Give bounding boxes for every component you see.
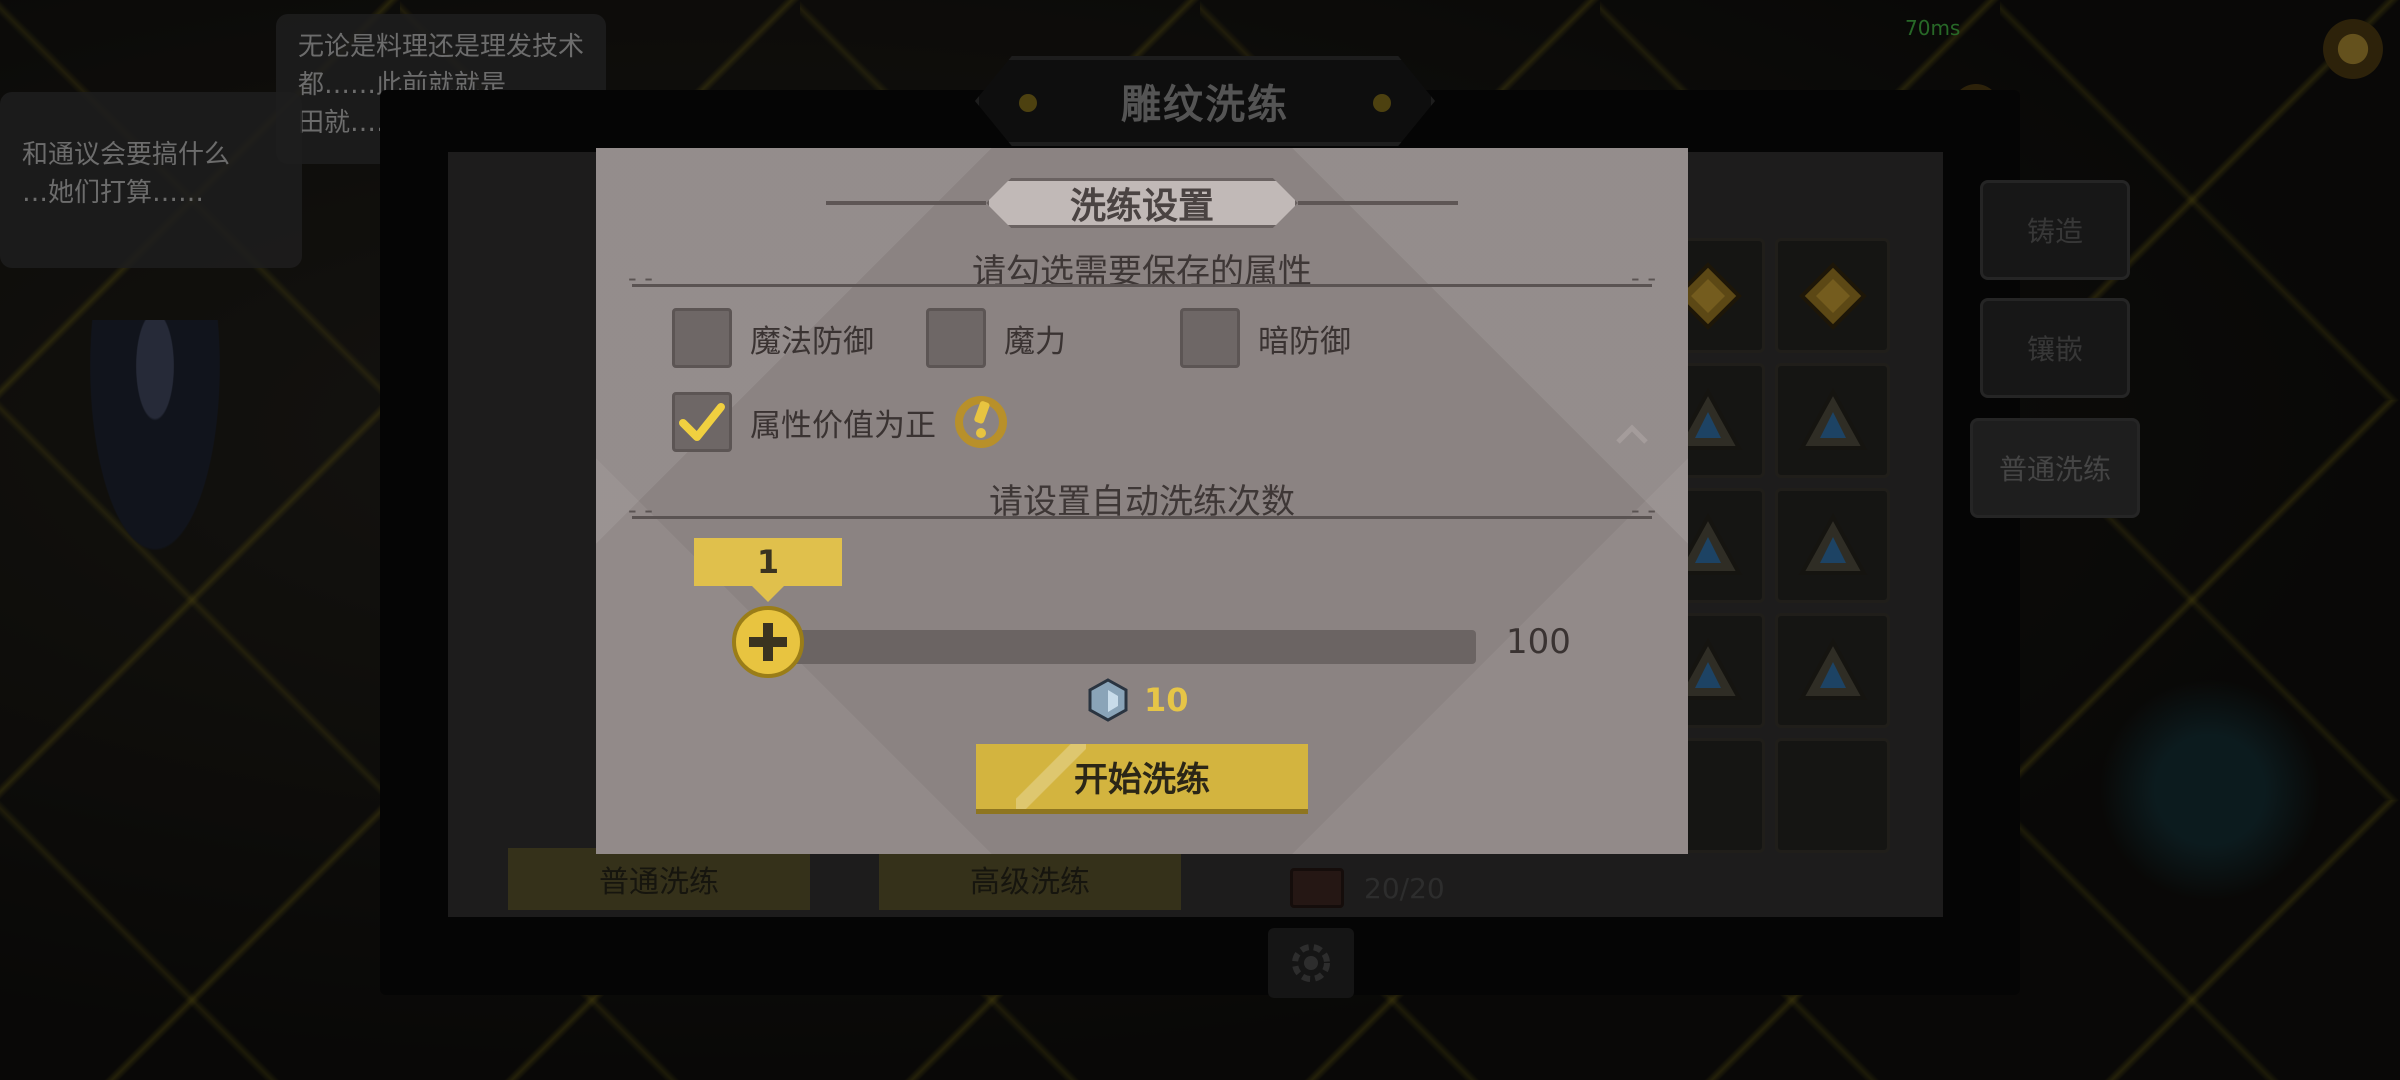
chevron-up-icon — [1616, 424, 1648, 444]
positive-only-option[interactable]: 属性价值为正 — [672, 392, 1008, 452]
refine-cost: 10 — [1086, 678, 1189, 722]
option-label: 属性价值为正 — [750, 407, 936, 444]
checkmark-icon — [679, 403, 725, 441]
plus-icon — [749, 623, 787, 661]
header-line-right — [1298, 201, 1458, 205]
refine-settings-dialog: 洗练设置 请勾选需要保存的属性 魔法防御 魔力 暗防御 属性价值为正 请设置自动… — [596, 148, 1688, 854]
slider-max-label: 100 — [1506, 622, 1571, 662]
option-label: 魔法防御 — [750, 323, 874, 360]
attribute-option-magic-power[interactable]: 魔力 — [926, 308, 1066, 368]
refine-stone-icon — [1088, 678, 1128, 722]
checkbox-magic-power[interactable] — [926, 308, 986, 368]
option-label: 魔力 — [1004, 323, 1066, 360]
info-badge-icon[interactable] — [954, 395, 1008, 449]
slider-track[interactable] — [764, 630, 1476, 664]
slider-thumb[interactable] — [732, 606, 804, 678]
count-slider[interactable]: 1 1 100 — [596, 538, 1688, 678]
header-line-left — [826, 201, 986, 205]
attribute-option-magic-defense[interactable]: 魔法防御 — [672, 308, 874, 368]
slider-value-tooltip: 1 — [694, 538, 842, 602]
checkbox-positive-only[interactable] — [672, 392, 732, 452]
attribute-option-dark-defense[interactable]: 暗防御 — [1180, 308, 1351, 368]
start-refine-label: 开始洗练 — [1074, 760, 1210, 800]
start-refine-button[interactable]: 开始洗练 — [976, 744, 1308, 814]
section-divider — [628, 264, 1656, 292]
section-divider — [628, 496, 1656, 524]
option-label: 暗防御 — [1258, 323, 1351, 360]
cost-amount: 10 — [1144, 681, 1189, 719]
dialog-title: 洗练设置 — [986, 178, 1298, 228]
checkbox-dark-defense[interactable] — [1180, 308, 1240, 368]
dialog-header: 洗练设置 — [826, 178, 1458, 228]
checkbox-magic-defense[interactable] — [672, 308, 732, 368]
